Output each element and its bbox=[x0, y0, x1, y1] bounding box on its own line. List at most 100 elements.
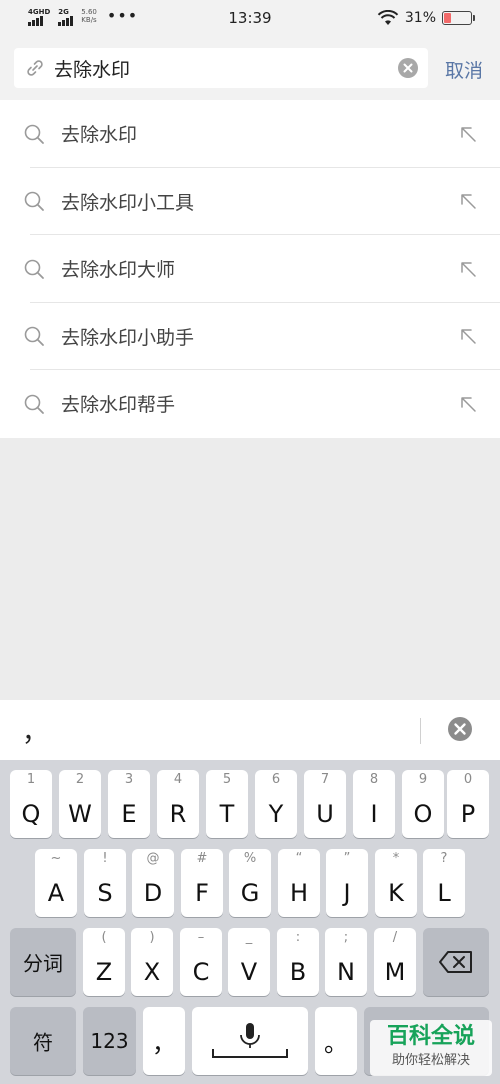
signal-1: 4GHD bbox=[28, 8, 50, 26]
key-label: Q bbox=[21, 800, 41, 828]
key-label: Z bbox=[95, 958, 113, 986]
key-hint: # bbox=[196, 851, 208, 866]
key-hint: – bbox=[197, 930, 205, 945]
key-y[interactable]: 6Y bbox=[255, 770, 297, 838]
key-d[interactable]: @ D bbox=[132, 849, 174, 917]
speed-unit: KB/s bbox=[81, 16, 97, 24]
search-icon bbox=[24, 394, 44, 414]
key-w[interactable]: 2W bbox=[59, 770, 101, 838]
key-n[interactable]: ; N bbox=[325, 928, 367, 996]
key-label: D bbox=[143, 879, 163, 907]
key-label: C bbox=[192, 958, 210, 986]
suggestion-label: 去除水印小助手 bbox=[61, 326, 195, 349]
key-hint: 8 bbox=[369, 772, 379, 787]
key-hint: ; bbox=[343, 930, 349, 945]
key-e[interactable]: 3E bbox=[108, 770, 150, 838]
suggestion-label: 去除水印小工具 bbox=[61, 191, 195, 214]
space-key[interactable] bbox=[192, 1007, 308, 1075]
fill-query-arrow-icon[interactable] bbox=[458, 259, 478, 279]
suggestion-item[interactable]: 去除水印小工具 bbox=[0, 168, 500, 235]
signal-2: 2G bbox=[58, 8, 74, 26]
link-icon bbox=[27, 60, 43, 76]
key-hint: 6 bbox=[271, 772, 281, 787]
candidate-item[interactable]: ， bbox=[22, 712, 48, 749]
key-m[interactable]: / M bbox=[374, 928, 416, 996]
key-label: I bbox=[370, 800, 378, 828]
clear-candidates-icon[interactable] bbox=[447, 716, 473, 742]
key-s[interactable]: ! S bbox=[84, 849, 126, 917]
key-hint: * bbox=[392, 851, 400, 866]
key-t[interactable]: 5T bbox=[206, 770, 248, 838]
key-j[interactable]: ” J bbox=[326, 849, 368, 917]
suggestion-item[interactable]: 去除水印 bbox=[0, 100, 500, 168]
search-box[interactable] bbox=[14, 48, 428, 88]
search-icon bbox=[24, 259, 44, 279]
key-u[interactable]: 7U bbox=[304, 770, 346, 838]
search-icon bbox=[24, 124, 44, 144]
watermark-logo: 百科全说 助你轻松解决 bbox=[370, 1020, 492, 1076]
speed-value: 5.60 bbox=[81, 8, 97, 16]
backspace-key[interactable] bbox=[423, 928, 489, 996]
key-r[interactable]: 4R bbox=[157, 770, 199, 838]
symbol-key[interactable]: 符 bbox=[10, 1007, 76, 1075]
suggestion-item[interactable]: 去除水印大师 bbox=[0, 235, 500, 303]
period-key[interactable]: 。 bbox=[315, 1007, 357, 1075]
battery-icon bbox=[442, 11, 475, 25]
fill-query-arrow-icon[interactable] bbox=[458, 124, 478, 144]
key-hint: @ bbox=[146, 851, 160, 866]
key-hint: 0 bbox=[463, 772, 473, 787]
key-hint: ! bbox=[102, 851, 108, 866]
key-hint: ) bbox=[149, 930, 155, 945]
key-v[interactable]: _ V bbox=[228, 928, 270, 996]
key-hint: 1 bbox=[26, 772, 36, 787]
key-k[interactable]: * K bbox=[375, 849, 417, 917]
key-x[interactable]: ) X bbox=[131, 928, 173, 996]
key-label: X bbox=[143, 958, 161, 986]
key-z[interactable]: (Z bbox=[83, 928, 125, 996]
key-label: W bbox=[68, 800, 92, 828]
key-p[interactable]: 0P bbox=[447, 770, 489, 838]
key-b[interactable]: :B bbox=[277, 928, 319, 996]
key-a[interactable]: ~ A bbox=[35, 849, 77, 917]
key-o[interactable]: 9O bbox=[402, 770, 444, 838]
numbers-key[interactable]: 123 bbox=[83, 1007, 136, 1075]
status-bar: 4GHD 2G 5.60 KB/s ••• 13:39 31% bbox=[0, 0, 500, 38]
signal-bars-icon bbox=[28, 16, 43, 26]
suggestion-list: 去除水印 去除水印小工具 去除水印大师 去除水印小助手 去除水印帮手 bbox=[0, 100, 500, 438]
key-l[interactable]: ? L bbox=[423, 849, 465, 917]
fill-query-arrow-icon[interactable] bbox=[458, 326, 478, 346]
suggestion-label: 去除水印大师 bbox=[61, 259, 176, 282]
network-speed: 5.60 KB/s bbox=[81, 8, 97, 24]
key-label: 符 bbox=[33, 1030, 53, 1055]
key-hint: / bbox=[392, 930, 398, 945]
key-label: G bbox=[240, 879, 260, 907]
key-label: P bbox=[460, 800, 476, 828]
cancel-button[interactable]: 取消 bbox=[436, 56, 492, 83]
key-q[interactable]: 1Q bbox=[10, 770, 52, 838]
key-label: V bbox=[240, 958, 258, 986]
key-g[interactable]: % G bbox=[229, 849, 271, 917]
key-hint: ? bbox=[440, 851, 448, 866]
segment-key[interactable]: 分词 bbox=[10, 928, 76, 996]
key-hint: : bbox=[295, 930, 301, 945]
battery-percent: 31% bbox=[404, 10, 436, 26]
fill-query-arrow-icon[interactable] bbox=[458, 191, 478, 211]
suggestion-label: 去除水印 bbox=[61, 124, 138, 147]
comma-key[interactable]: ， bbox=[143, 1007, 185, 1075]
key-c[interactable]: – C bbox=[180, 928, 222, 996]
key-f[interactable]: # F bbox=[181, 849, 223, 917]
suggestion-label: 去除水印帮手 bbox=[61, 394, 176, 417]
key-label: K bbox=[388, 879, 404, 907]
clear-input-icon[interactable] bbox=[398, 58, 418, 78]
search-input[interactable] bbox=[54, 57, 398, 79]
key-h[interactable]: “H bbox=[278, 849, 320, 917]
key-hint: 4 bbox=[173, 772, 183, 787]
key-i[interactable]: 8I bbox=[353, 770, 395, 838]
key-label: F bbox=[195, 879, 209, 907]
key-label: H bbox=[289, 879, 309, 907]
microphone-icon bbox=[212, 1023, 288, 1058]
fill-query-arrow-icon[interactable] bbox=[458, 394, 478, 414]
suggestion-item[interactable]: 去除水印小助手 bbox=[0, 303, 500, 370]
suggestion-item[interactable]: 去除水印帮手 bbox=[0, 370, 500, 438]
battery-level bbox=[444, 13, 451, 23]
